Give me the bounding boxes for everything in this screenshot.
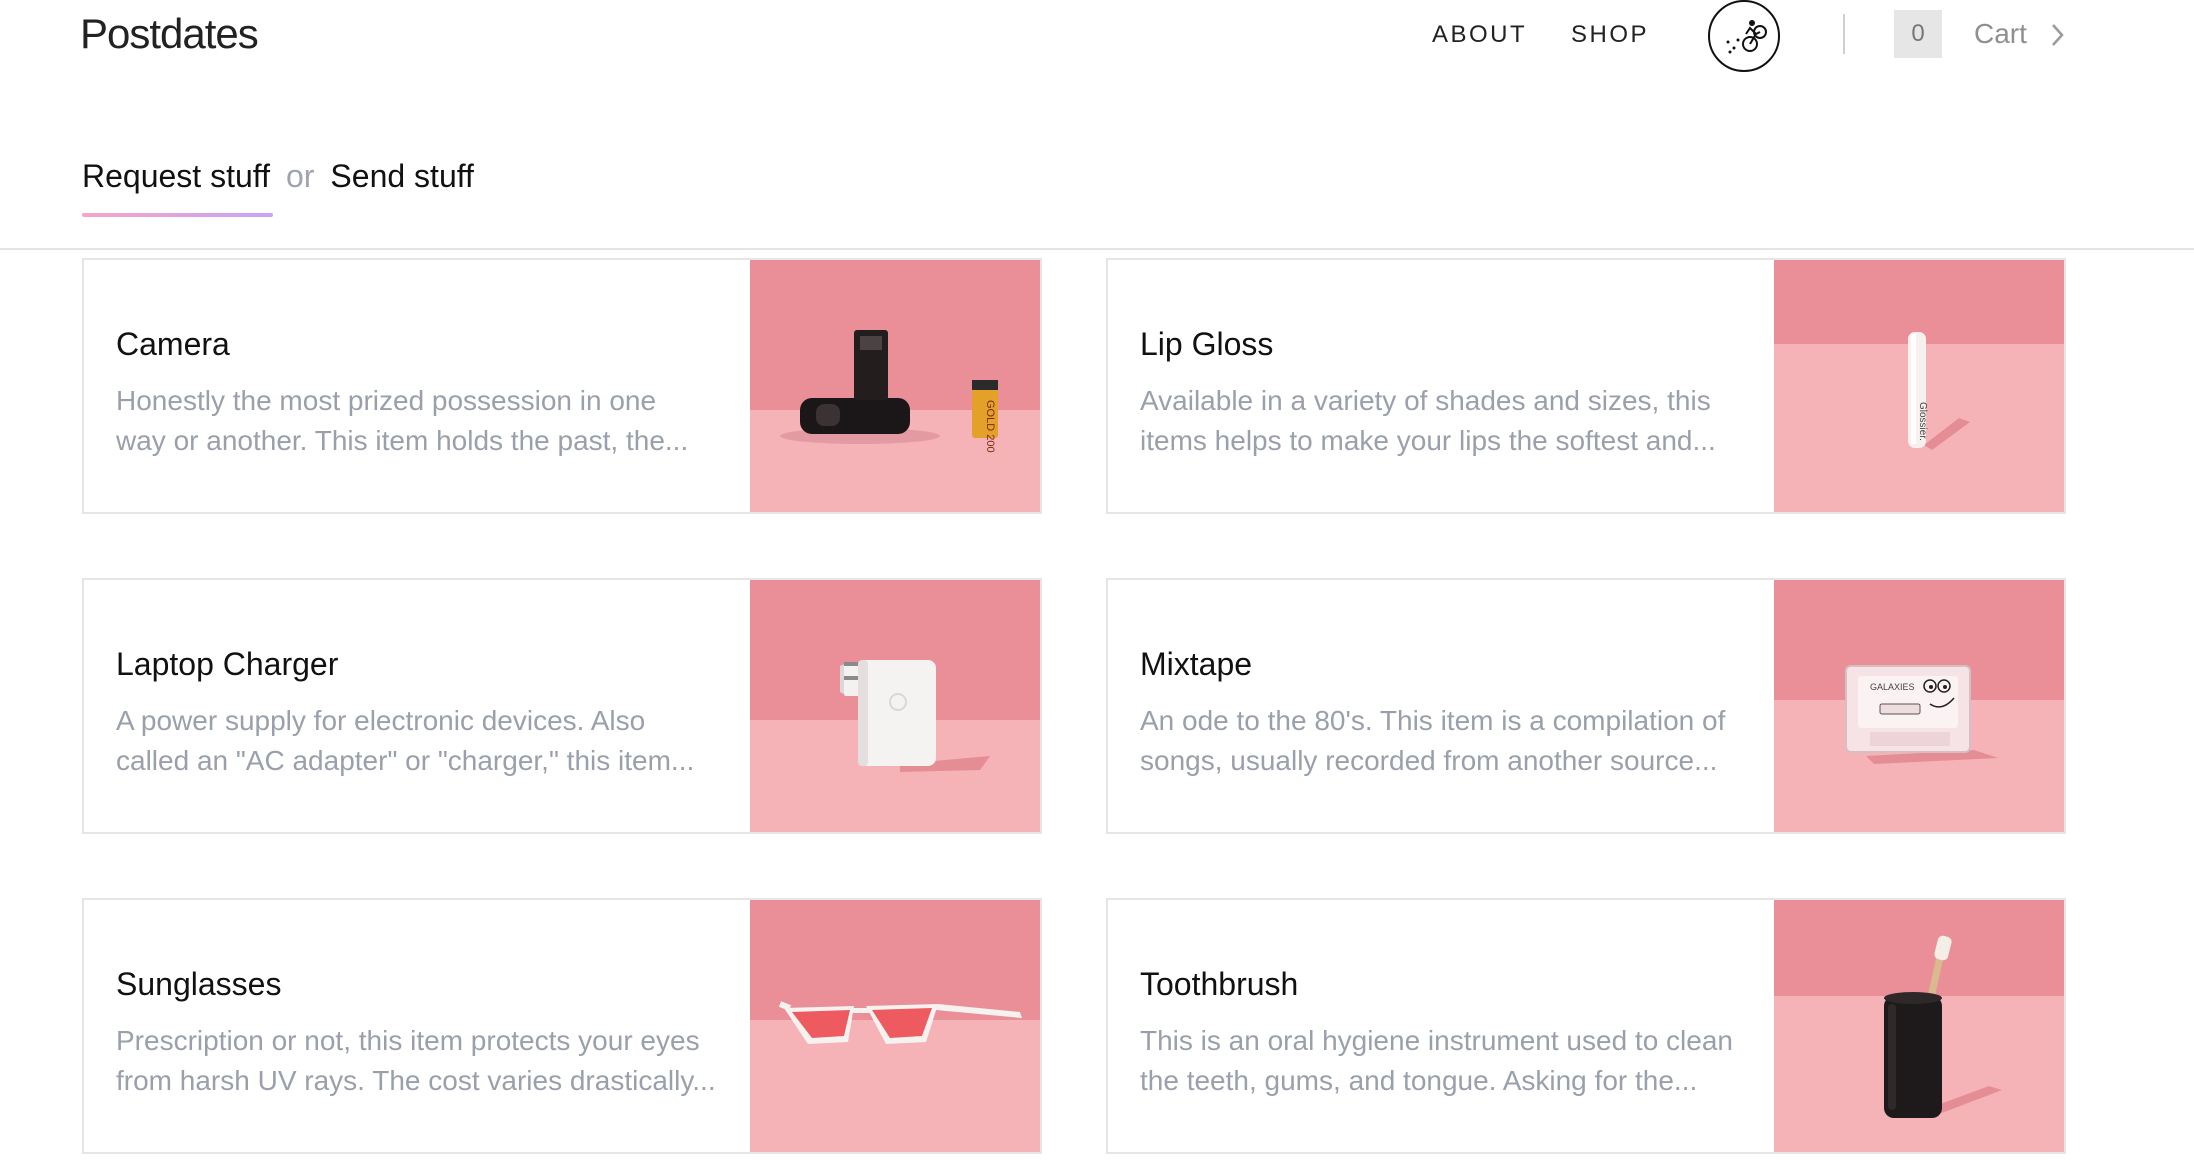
card-description-line: items helps to make your lips the softes… (1140, 425, 1716, 456)
film-label: GOLD 200 (984, 400, 996, 453)
sunglasses-photo (750, 900, 1040, 1152)
cart-link[interactable]: Cart (1974, 18, 2027, 50)
lip-gloss-photo: Glossier. (1774, 260, 2064, 512)
card-text: Sunglasses Prescription or not, this ite… (116, 966, 736, 1101)
item-card-laptop-charger[interactable]: Laptop Charger A power supply for electr… (82, 578, 1042, 834)
site-logo[interactable]: Postdates (80, 10, 259, 58)
chevron-right-icon[interactable] (2050, 22, 2066, 48)
item-card-sunglasses[interactable]: Sunglasses Prescription or not, this ite… (82, 898, 1042, 1154)
request-send-tabs: Request stuff or Send stuff (82, 158, 474, 217)
card-description-line: called an "AC adapter" or "charger," thi… (116, 745, 695, 776)
card-text: Laptop Charger A power supply for electr… (116, 646, 736, 781)
card-description-line: the teeth, gums, and tongue. Asking for … (1140, 1065, 1698, 1096)
cyclist-icon (1726, 20, 1767, 54)
card-title: Lip Gloss (1140, 326, 1274, 362)
card-description-line: songs, usually recorded from another sou… (1140, 745, 1718, 776)
top-header: Postdates ABOUT SHOP 0 Cart Request stuf… (0, 0, 2194, 250)
item-card-lip-gloss[interactable]: Lip Gloss Available in a variety of shad… (1106, 258, 2066, 514)
card-description-line: Honestly the most prized possession in o… (116, 385, 657, 416)
card-title: Toothbrush (1140, 966, 1299, 1002)
card-text: Toothbrush This is an oral hygiene instr… (1140, 966, 1760, 1101)
charger-photo (750, 580, 1040, 832)
cart-count-badge[interactable]: 0 (1894, 10, 1942, 58)
item-card-toothbrush[interactable]: Toothbrush This is an oral hygiene instr… (1106, 898, 2066, 1154)
card-description-line: Prescription or not, this item protects … (116, 1025, 700, 1056)
gloss-brand-label: Glossier. (1917, 402, 1928, 441)
card-description-line: from harsh UV rays. The cost varies dras… (116, 1065, 716, 1096)
card-title: Sunglasses (116, 966, 282, 1002)
card-title: Laptop Charger (116, 646, 339, 682)
card-title: Mixtape (1140, 646, 1253, 682)
cassette-label: GALAXIES (1870, 682, 1915, 692)
card-text: Lip Gloss Available in a variety of shad… (1140, 326, 1760, 461)
tab-send-stuff[interactable]: Send stuff (330, 158, 474, 195)
tabs-separator-or: or (285, 158, 315, 194)
card-text: Mixtape An ode to the 80's. This item is… (1140, 646, 1760, 781)
camera-photo: GOLD 200 (750, 260, 1040, 512)
nav-shop-link[interactable]: SHOP (1571, 21, 1649, 49)
cassette-photo: GALAXIES (1774, 580, 2064, 832)
nav-about-link[interactable]: ABOUT (1432, 21, 1527, 49)
brand-badge-icon[interactable] (1708, 0, 1780, 72)
card-description-line: A power supply for electronic devices. A… (116, 705, 646, 736)
toothbrush-photo (1774, 900, 2064, 1152)
card-description-line: Available in a variety of shades and siz… (1140, 385, 1711, 416)
item-card-mixtape[interactable]: Mixtape An ode to the 80's. This item is… (1106, 578, 2066, 834)
card-title: Camera (116, 326, 230, 362)
card-description-line: This is an oral hygiene instrument used … (1140, 1025, 1733, 1056)
item-card-camera[interactable]: Camera Honestly the most prized possessi… (82, 258, 1042, 514)
tab-request-stuff[interactable]: Request stuff (82, 158, 273, 217)
card-description-line: An ode to the 80's. This item is a compi… (1140, 705, 1726, 736)
card-text: Camera Honestly the most prized possessi… (116, 326, 736, 461)
card-description-line: way or another. This item holds the past… (116, 425, 689, 456)
header-divider (1843, 14, 1845, 54)
